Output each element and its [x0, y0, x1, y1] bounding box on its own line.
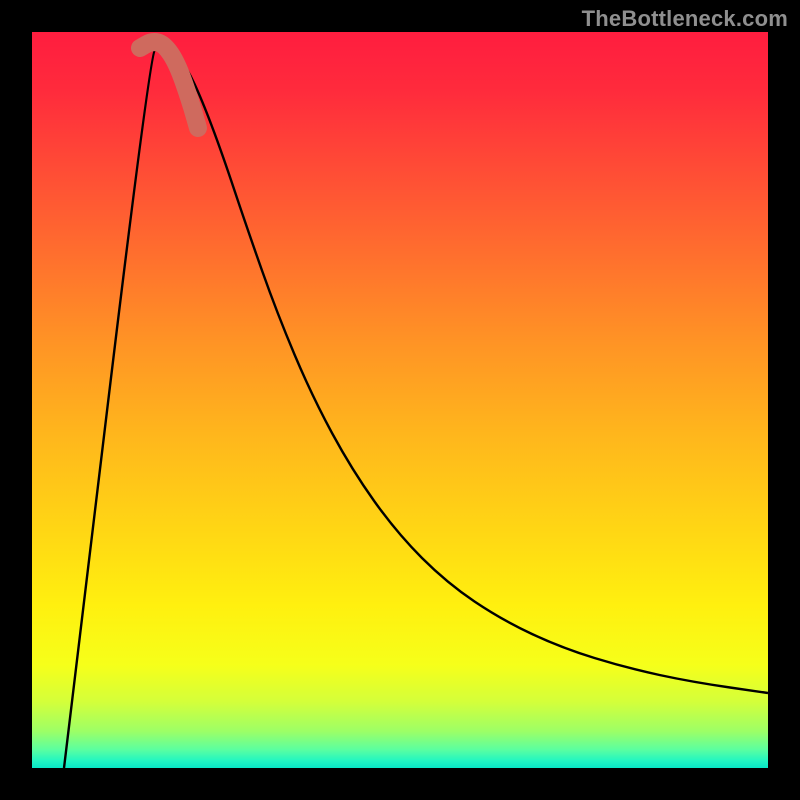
outer-frame: TheBottleneck.com [0, 0, 800, 800]
bottleneck-curve [64, 46, 768, 768]
plot-area [32, 32, 768, 768]
chart-svg [32, 32, 768, 768]
watermark-text: TheBottleneck.com [582, 6, 788, 32]
